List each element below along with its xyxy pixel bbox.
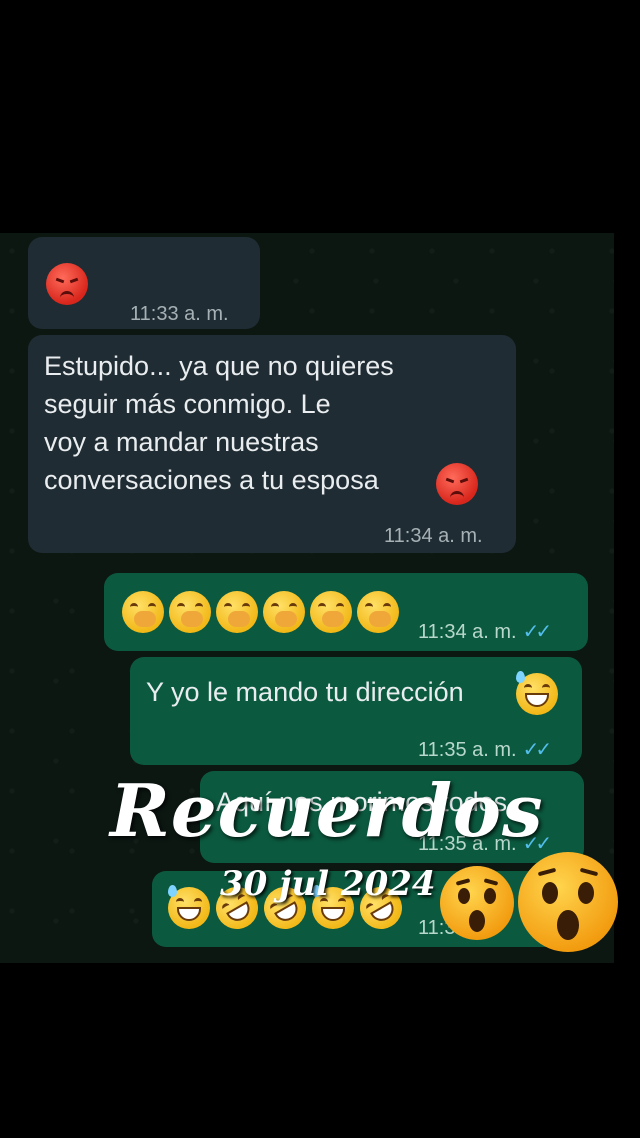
- hand-over-mouth-icon: [122, 591, 164, 633]
- angry-face-icon: [436, 463, 478, 505]
- outgoing-message-bubble[interactable]: Y yo le mando tu dirección 11:35 a. m. ✓✓: [130, 657, 582, 765]
- read-ticks-icon: ✓✓: [522, 621, 552, 643]
- hand-over-mouth-icon: [216, 591, 258, 633]
- incoming-message-bubble[interactable]: 11:33 a. m.: [28, 237, 260, 329]
- message-text: Y yo le mando tu dirección: [146, 677, 464, 707]
- outgoing-message-bubble[interactable]: 11:34 a. m. ✓✓: [104, 573, 588, 651]
- message-time: 11:34 a. m.: [384, 525, 483, 547]
- hand-over-mouth-icon: [263, 591, 305, 633]
- grinning-sweat-icon: [168, 885, 210, 929]
- hand-over-mouth-icon: [357, 591, 399, 633]
- astonished-face-icon: [440, 866, 514, 940]
- message-text: Estupido... ya que no quieres seguir más…: [44, 351, 394, 495]
- astonished-face-icon: [518, 852, 618, 952]
- message-time: 11:34 a. m. ✓✓: [418, 619, 552, 644]
- message-time: 11:33 a. m.: [130, 303, 229, 325]
- recuerdos-title: Recuerdos: [110, 768, 544, 853]
- message-time-text: 11:35 a. m.: [418, 739, 517, 761]
- message-time: 11:35 a. m. ✓✓: [418, 737, 552, 762]
- chat-screenshot: 11:33 a. m. Estupido... ya que no quiere…: [0, 233, 614, 963]
- read-ticks-icon: ✓✓: [522, 739, 552, 761]
- angry-face-icon: [46, 263, 88, 305]
- hand-over-mouth-icon: [169, 591, 211, 633]
- hand-over-mouth-icon: [310, 591, 352, 633]
- incoming-message-bubble[interactable]: Estupido... ya que no quieres seguir más…: [28, 335, 516, 553]
- grinning-sweat-icon: [516, 671, 558, 715]
- message-time-text: 11:34 a. m.: [418, 621, 517, 643]
- memory-date: 30 jul 2024: [220, 864, 436, 904]
